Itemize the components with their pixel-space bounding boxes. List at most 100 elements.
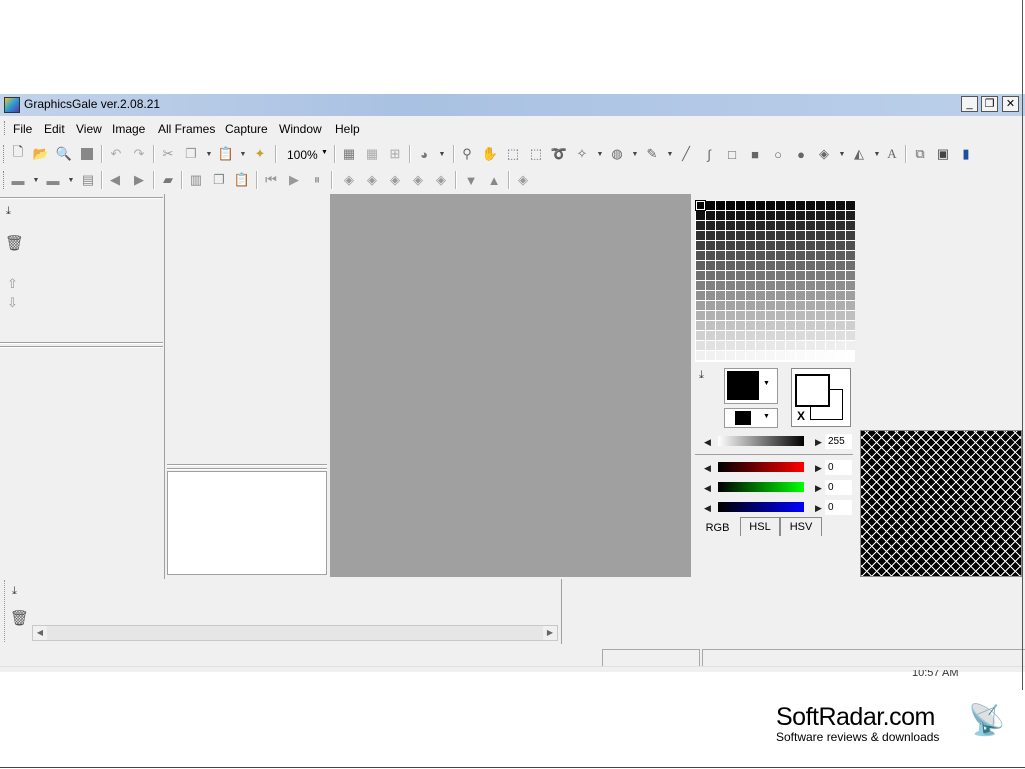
lasso-icon[interactable]: ➰ [550,145,568,163]
move-up-icon[interactable]: ⇧ [7,276,18,292]
rect-select-icon[interactable]: ⬚ [504,145,522,163]
palette-cell[interactable] [846,321,855,330]
palette-cell[interactable] [736,271,745,280]
palette-cell[interactable] [776,231,785,240]
free-select-icon[interactable]: ⬚ [527,145,545,163]
palette-cell[interactable] [786,311,795,320]
palette-cell[interactable] [746,211,755,220]
palette-cell[interactable] [726,311,735,320]
palette-cell[interactable] [796,281,805,290]
palette-cell[interactable] [776,311,785,320]
palette-cell[interactable] [796,341,805,350]
palette-cell[interactable] [736,251,745,260]
palette-cell[interactable] [796,221,805,230]
palette-cell[interactable] [806,341,815,350]
palette-cell[interactable] [776,221,785,230]
palette-cell[interactable] [726,201,735,210]
palette-cell[interactable] [736,281,745,290]
palette-cell[interactable] [836,271,845,280]
app-icon[interactable] [4,97,20,113]
download-icon[interactable]: ⤓ [6,205,11,218]
palette-cell[interactable] [766,291,775,300]
palette-cell[interactable] [826,341,835,350]
scroll-left-icon[interactable]: ◀ [33,626,47,640]
open-folder-icon[interactable]: 📂 [32,145,50,163]
palette-cell[interactable] [696,341,705,350]
palette-cell[interactable] [846,221,855,230]
palette-cell[interactable] [796,291,805,300]
palette-cell[interactable] [846,301,855,310]
palette-cell[interactable] [816,291,825,300]
palette-cell[interactable] [706,201,715,210]
fill-dropdown-icon[interactable]: ▼ [833,145,851,163]
palette-cell[interactable] [766,341,775,350]
palette-cell[interactable] [836,351,845,360]
palette-cell[interactable] [716,311,725,320]
palette-cell[interactable] [696,241,705,250]
palette-cell[interactable] [726,241,735,250]
palette-cell[interactable] [776,211,785,220]
palette-cell[interactable] [846,291,855,300]
palette-cell[interactable] [726,341,735,350]
rectangle-tool-icon[interactable]: □ [723,145,741,163]
palette-cell[interactable] [826,311,835,320]
palette-cell[interactable] [766,311,775,320]
palette-cell[interactable] [776,271,785,280]
palette-cell[interactable] [696,301,705,310]
palette-cell[interactable] [836,241,845,250]
alpha-slider[interactable] [718,436,804,446]
palette-cell[interactable] [836,211,845,220]
palette-cell[interactable] [706,271,715,280]
red-slider[interactable] [718,462,804,472]
palette-cell[interactable] [796,331,805,340]
palette-cell[interactable] [816,351,825,360]
palette-cell[interactable] [826,201,835,210]
palette-cell[interactable] [746,301,755,310]
palette-cell[interactable] [746,261,755,270]
green-slider[interactable] [718,482,804,492]
minimize-button[interactable]: _ [961,96,978,112]
scroll-right-icon[interactable]: ▶ [543,626,557,640]
effects-dropdown-icon[interactable]: ▼ [433,145,451,163]
fill-tool-icon[interactable]: ◈ [815,145,833,163]
green-dec-icon[interactable]: ◀ [704,483,711,494]
palette-cell[interactable] [786,271,795,280]
palette-cell[interactable] [816,231,825,240]
palette-cell[interactable] [846,241,855,250]
palette-cell[interactable] [806,241,815,250]
prev-frame-icon[interactable]: ◀ [106,171,124,189]
menu-view[interactable]: View [76,122,102,136]
tab-hsl[interactable]: HSL [740,517,780,536]
palette-cell[interactable] [766,261,775,270]
palette-cell[interactable] [726,271,735,280]
palette-cell[interactable] [706,221,715,230]
palette-grid[interactable] [695,200,855,362]
primary-color-select[interactable]: ▼ [724,368,778,404]
palette-cell[interactable] [806,271,815,280]
layer-props-icon[interactable]: ◈ [432,171,450,189]
palette-cell[interactable] [786,301,795,310]
palette-cell[interactable] [746,311,755,320]
palette-cell[interactable] [756,341,765,350]
palette-cell[interactable] [706,261,715,270]
palette-cell[interactable] [806,291,815,300]
palette-cell[interactable] [766,331,775,340]
palette-cell[interactable] [806,351,815,360]
layer-merge-icon[interactable]: ◈ [409,171,427,189]
palette-cell[interactable] [736,201,745,210]
palette-cell[interactable] [746,291,755,300]
palette-cell[interactable] [716,341,725,350]
bottom-trash-icon[interactable]: 🗑 [10,609,29,627]
palette-cell[interactable] [816,321,825,330]
palette-cell[interactable] [826,331,835,340]
tab-rgb[interactable]: RGB [695,519,740,540]
palette-cell[interactable] [816,301,825,310]
spray-icon[interactable]: ◍ [608,145,626,163]
palette-cell[interactable] [846,281,855,290]
palette-cell[interactable] [826,241,835,250]
menu-edit[interactable]: Edit [44,122,65,136]
palette-cell[interactable] [696,351,705,360]
palette-cell[interactable] [756,321,765,330]
palette-cell[interactable] [726,281,735,290]
close-button[interactable]: ✕ [1002,96,1019,112]
